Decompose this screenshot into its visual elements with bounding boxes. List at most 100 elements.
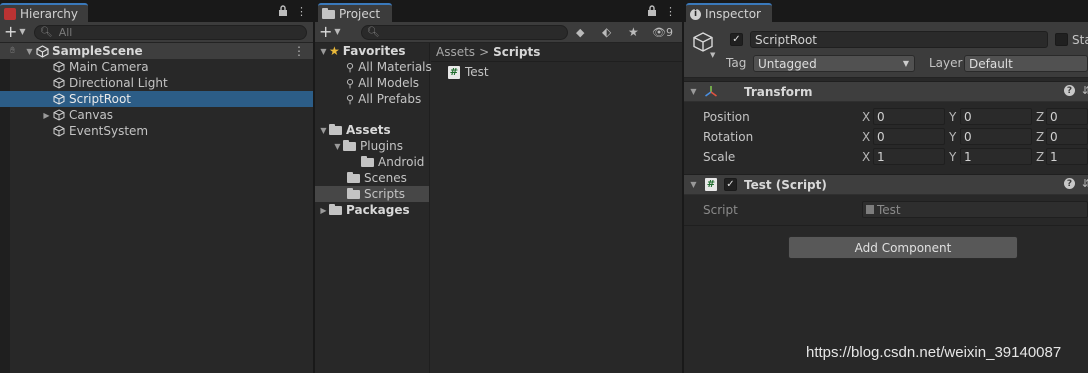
expand-arrow-icon[interactable]: ▼: [24, 47, 35, 56]
lock-icon[interactable]: [278, 5, 288, 19]
csharp-script-icon: #: [448, 65, 460, 79]
gameobject-icon: [52, 124, 66, 138]
active-checkbox[interactable]: ✓: [730, 33, 743, 46]
object-name-value: ScriptRoot: [755, 32, 817, 47]
divider: [684, 225, 1088, 226]
expand-arrow-icon[interactable]: ▼: [688, 180, 699, 189]
scale-y-field[interactable]: 1: [960, 148, 1032, 165]
folder-icon: [322, 7, 335, 19]
axis-y-label: Y: [949, 130, 957, 144]
search-by-label-icon[interactable]: ⬖: [602, 25, 611, 39]
file-item[interactable]: # Test: [431, 64, 682, 80]
hierarchy-tab-actions: ⋮: [278, 5, 307, 19]
help-icon[interactable]: ?: [1064, 178, 1075, 189]
tree-item-favorite[interactable]: ⚲ All Models: [315, 75, 429, 91]
search-icon: 🔍︎: [367, 27, 380, 38]
inspector-tab-label: Inspector: [705, 7, 761, 21]
tag-label: Tag: [726, 56, 747, 70]
chevron-down-icon: ▼: [902, 59, 909, 68]
expand-arrow-icon[interactable]: ▼: [688, 87, 699, 96]
unity-scene-icon: [35, 44, 49, 58]
script-component-title: Test (Script): [744, 178, 827, 192]
project-search-input[interactable]: 🔍︎: [361, 25, 568, 40]
script-component-header[interactable]: ▼ # ✓ Test (Script) ? ⇵: [684, 174, 1088, 195]
tree-item-assets[interactable]: ▼ Assets: [315, 122, 429, 138]
expand-arrow-icon[interactable]: ▶: [41, 111, 52, 120]
transform-component-header[interactable]: ▼ Transform ? ⇵: [684, 81, 1088, 102]
breadcrumb-assets[interactable]: Assets: [436, 45, 475, 59]
folder-icon: [329, 203, 342, 215]
scene-name: SampleScene: [52, 44, 143, 58]
expand-arrow-icon[interactable]: ▼: [318, 47, 329, 56]
breadcrumb-scripts[interactable]: Scripts: [493, 45, 540, 59]
tree-item-favorite[interactable]: ⚲ All Materials: [315, 59, 432, 75]
search-by-type-icon[interactable]: ◆: [576, 26, 584, 39]
project-tab-actions: ⋮: [647, 5, 676, 19]
hierarchy-item[interactable]: Main Camera: [0, 59, 313, 75]
hierarchy-tab-label: Hierarchy: [20, 7, 79, 21]
hierarchy-panel: Hierarchy ⋮ + ▼ 🔍︎ All ✋︎ ▼ SampleScene ⋮…: [0, 0, 313, 373]
position-y-field[interactable]: 0: [960, 108, 1032, 125]
tree-item-scenes[interactable]: Scenes: [315, 170, 429, 186]
component-enabled-checkbox[interactable]: ✓: [724, 178, 737, 191]
expand-arrow-icon[interactable]: ▼: [332, 142, 343, 151]
scene-row[interactable]: ✋︎ ▼ SampleScene ⋮: [0, 43, 313, 59]
add-component-button[interactable]: Add Component: [788, 236, 1018, 259]
expand-arrow-icon[interactable]: ▶: [318, 206, 329, 215]
position-z-field[interactable]: 0: [1046, 108, 1088, 125]
static-checkbox[interactable]: [1055, 33, 1068, 46]
hidden-packages-icon[interactable]: 👁︎9: [652, 26, 673, 39]
tree-item-favorites[interactable]: ▼ ★ Favorites: [315, 43, 429, 59]
settings-icon[interactable]: ⇵: [1082, 177, 1088, 190]
tree-item-scripts-selected[interactable]: Scripts: [315, 186, 429, 202]
axis-x-label: X: [862, 130, 871, 144]
scene-menu-icon[interactable]: ⋮: [293, 44, 305, 58]
pick-icon[interactable]: ✋︎: [10, 46, 24, 56]
scale-x-field[interactable]: 1: [873, 148, 945, 165]
hierarchy-tab-icon: [4, 8, 16, 20]
create-button[interactable]: + ▼: [4, 24, 26, 40]
object-name-input[interactable]: ScriptRoot: [750, 31, 1048, 48]
search-icon: ⚲: [346, 60, 355, 74]
tree-item-favorite[interactable]: ⚲ All Prefabs: [315, 91, 429, 107]
hierarchy-item[interactable]: ▶ Canvas: [0, 107, 313, 123]
rotation-y-field[interactable]: 0: [960, 128, 1032, 145]
tree-item-label: All Prefabs: [358, 92, 422, 106]
expand-arrow-icon[interactable]: ▼: [318, 126, 329, 135]
layer-label: Layer: [929, 56, 963, 70]
search-icon: ⚲: [346, 92, 355, 106]
favorite-star-icon[interactable]: ★: [628, 25, 639, 39]
script-reference-value: Test: [877, 202, 901, 217]
tree-item-packages[interactable]: ▶ Packages: [315, 202, 429, 218]
rotation-x-field[interactable]: 0: [873, 128, 945, 145]
settings-icon[interactable]: ⇵: [1082, 84, 1088, 97]
help-icon[interactable]: ?: [1064, 85, 1075, 96]
lock-icon[interactable]: [647, 5, 657, 19]
tab-inspector[interactable]: i Inspector: [686, 3, 772, 23]
hierarchy-item-selected[interactable]: ScriptRoot: [0, 91, 313, 107]
position-x-field[interactable]: 0: [873, 108, 945, 125]
hierarchy-search-input[interactable]: 🔍︎ All: [34, 25, 307, 40]
tag-dropdown[interactable]: Untagged ▼: [753, 55, 915, 72]
more-options-icon[interactable]: ⋮: [665, 5, 676, 19]
layer-dropdown[interactable]: Default: [964, 55, 1088, 72]
hierarchy-item[interactable]: EventSystem: [0, 123, 313, 139]
csharp-script-icon: #: [705, 178, 717, 191]
more-options-icon[interactable]: ⋮: [296, 5, 307, 19]
tab-hierarchy[interactable]: Hierarchy: [0, 3, 88, 23]
rotation-z-field[interactable]: 0: [1046, 128, 1088, 145]
tree-item-label: All Materials: [358, 60, 432, 74]
tree-item-label: Packages: [346, 203, 410, 217]
file-item-label: Test: [465, 65, 489, 79]
tree-item-android[interactable]: Android: [315, 154, 429, 170]
hierarchy-item-label: Directional Light: [69, 76, 168, 90]
project-file-view: Assets > Scripts # Test: [431, 43, 682, 373]
folder-icon: [361, 155, 374, 167]
scale-z-field[interactable]: 1: [1046, 148, 1088, 165]
tab-project[interactable]: Project: [318, 3, 392, 23]
hierarchy-item[interactable]: Directional Light: [0, 75, 313, 91]
tree-item-label: Android: [378, 155, 425, 169]
tree-item-plugins[interactable]: ▼ Plugins: [315, 138, 429, 154]
create-button[interactable]: + ▼: [319, 24, 341, 40]
project-folder-tree: ▼ ★ Favorites ⚲ All Materials ⚲ All Mode…: [315, 43, 432, 373]
